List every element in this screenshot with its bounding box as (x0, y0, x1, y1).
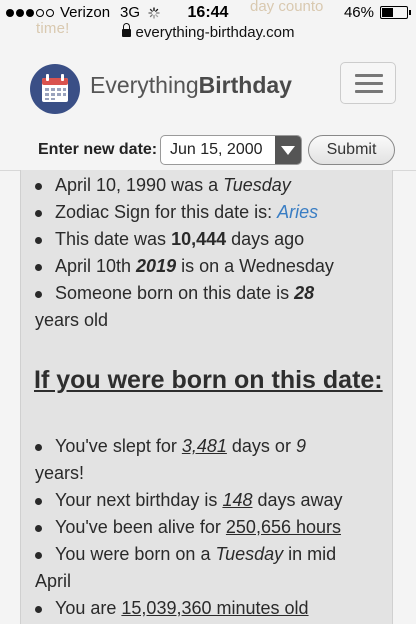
list-item: Zodiac Sign for this date is: Aries (21, 199, 392, 226)
hamburger-menu-button[interactable] (340, 62, 396, 104)
network-type: 3G (120, 4, 141, 21)
list-item: You've slept for 3,481 days or 9 years! (21, 433, 392, 487)
battery-icon (380, 6, 411, 19)
list-item: Someone born on this date is 28 years old (21, 280, 392, 334)
date-label: Enter new date: (38, 141, 158, 158)
battery-percent: 46% (343, 4, 374, 21)
list-item: You've been alive for 250,656 hours (21, 514, 392, 541)
url-bar[interactable]: everything-birthday.com (0, 23, 416, 48)
list-item: This date was 10,444 days ago (21, 226, 392, 253)
submit-button[interactable]: Submit (308, 135, 395, 165)
date-form: Enter new date: Jun 15, 2000 Submit (0, 132, 416, 166)
list-item: You were born on a Tuesday in mid April (21, 541, 392, 595)
ghost-overlay-text: day counto (250, 0, 324, 15)
carrier-signal: Verizon 3G (6, 4, 160, 21)
date-select-value: Jun 15, 2000 (170, 141, 263, 158)
date-select[interactable]: Jun 15, 2000 (160, 135, 302, 165)
birthday-facts-panel: April 10, 1990 was a Tuesday Zodiac Sign… (20, 170, 393, 624)
list-item: April 10th 2019 is on a Wednesday (21, 253, 392, 280)
url-text: everything-birthday.com (135, 24, 295, 41)
born-facts-list: You've slept for 3,481 days or 9 years! Y… (21, 433, 392, 622)
site-header: EverythingBirthday (0, 54, 416, 118)
date-facts-list: April 10, 1990 was a Tuesday Zodiac Sign… (21, 172, 392, 334)
list-item: April 10, 1990 was a Tuesday (21, 172, 392, 199)
site-brand[interactable]: EverythingBirthday (90, 72, 292, 99)
brand-light: Everything (90, 72, 199, 98)
activity-spinner-icon (148, 6, 160, 19)
calendar-icon[interactable] (30, 64, 80, 114)
zodiac-link[interactable]: Aries (277, 202, 318, 222)
lock-icon (121, 23, 131, 37)
battery-status: 46% (343, 4, 411, 21)
list-item: Your next birthday is 148 days away (21, 487, 392, 514)
list-item: You are 15,039,360 minutes old (21, 595, 392, 622)
signal-strength-icon (6, 8, 54, 17)
carrier-name: Verizon (60, 4, 111, 21)
section-heading: If you were born on this date: (34, 366, 383, 394)
brand-bold: Birthday (198, 72, 292, 98)
chevron-down-icon[interactable] (275, 136, 301, 164)
